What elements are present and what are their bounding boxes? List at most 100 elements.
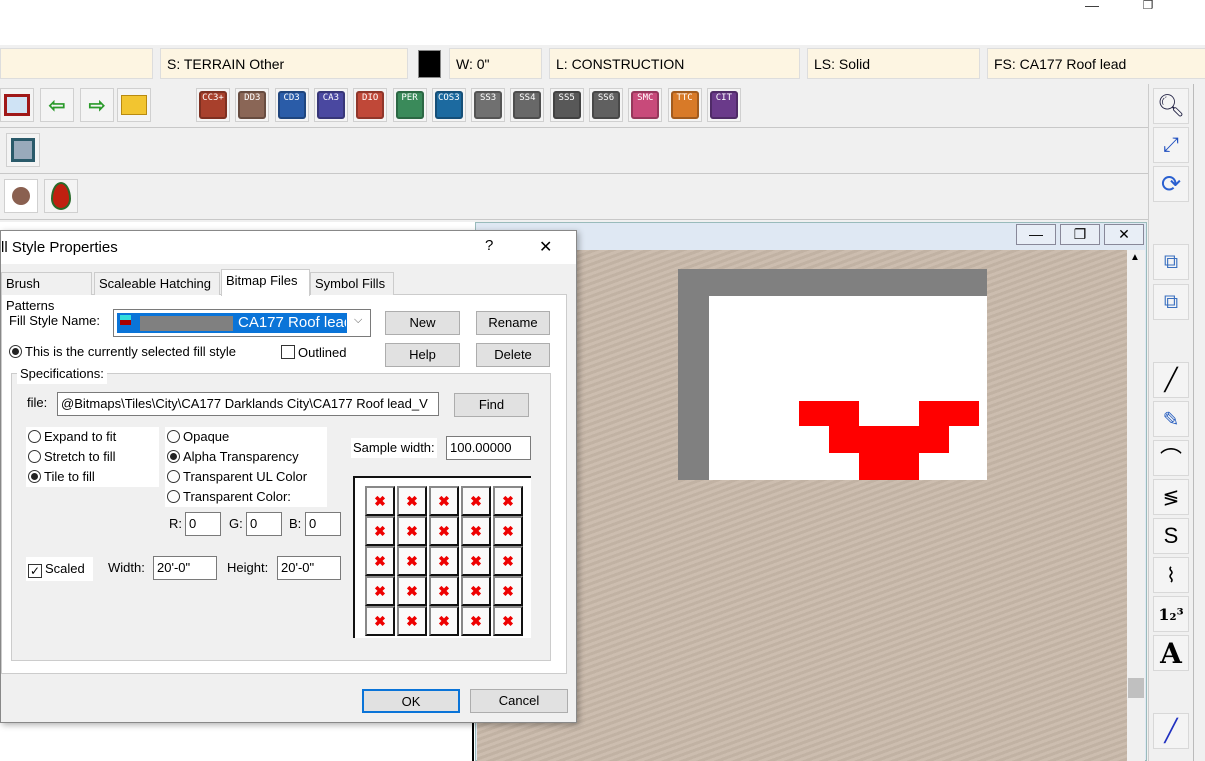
status-sheet[interactable]: S: TERRAIN Other <box>160 48 408 79</box>
line-icon[interactable]: ╱ <box>1153 362 1189 398</box>
rename-button[interactable]: Rename <box>476 311 550 335</box>
tile-ca3-button[interactable]: CA3 <box>313 88 348 122</box>
tile-ss5-button[interactable]: SS5 <box>549 88 584 122</box>
tile-preview-cell: ✖ <box>461 576 491 606</box>
cancel-button[interactable]: Cancel <box>470 689 568 713</box>
tile-label: DD3 <box>238 91 267 119</box>
tile-preview-cell: ✖ <box>365 546 395 576</box>
tile-cc3plus-button[interactable]: CC3+ <box>196 88 230 122</box>
file-input[interactable]: @Bitmaps\Tiles\City\CA177 Darklands City… <box>57 392 439 416</box>
width-label: Width: <box>108 560 145 575</box>
tile-cos3-button[interactable]: COS3 <box>431 88 466 122</box>
steps-icon[interactable]: ⌇ <box>1153 557 1189 593</box>
tile-preview-cell: ✖ <box>429 606 459 636</box>
transparent-color-radio[interactable]: Transparent Color: <box>167 487 291 507</box>
copy-icon[interactable]: ⧉ <box>1153 244 1189 280</box>
zoom-window-icon[interactable]: 🔍︎ <box>1153 88 1189 124</box>
book-icon[interactable] <box>0 88 34 122</box>
arc-icon[interactable]: ⌒ <box>1153 440 1189 476</box>
current-fill-radio[interactable]: This is the currently selected fill styl… <box>9 342 265 362</box>
tile-preview-cell: ✖ <box>493 486 523 516</box>
tile-ttc-button[interactable]: TTC <box>667 88 702 122</box>
outlined-checkbox[interactable]: Outlined <box>281 343 381 363</box>
curve-icon[interactable]: S <box>1153 518 1189 554</box>
frame-icon[interactable] <box>6 133 40 167</box>
redraw-icon[interactable]: ⟳ <box>1153 166 1189 202</box>
sample-width-input[interactable]: 100.00000 <box>446 436 531 460</box>
tile-cit-button[interactable]: CIT <box>706 88 741 122</box>
tile-ss6-button[interactable]: SS6 <box>589 88 623 122</box>
scroll-up-icon[interactable]: ▲ <box>1130 252 1140 263</box>
red-shape-middle <box>829 426 949 453</box>
toolbar-row-3 <box>0 174 1148 220</box>
tile-dd3-button[interactable]: DD3 <box>235 88 270 122</box>
numbering-icon[interactable]: 1₂³ <box>1153 596 1189 632</box>
file-label: file: <box>27 395 48 410</box>
stretch-to-fill-radio[interactable]: Stretch to fill <box>28 447 116 467</box>
expand-to-fit-radio[interactable]: Expand to fit <box>28 427 116 447</box>
move-icon[interactable]: ⧉ <box>1153 284 1189 320</box>
tile-dio-button[interactable]: DIO <box>353 88 388 122</box>
scaled-checkbox[interactable]: ✓ Scaled <box>26 557 93 581</box>
tile-label: DIO <box>356 91 385 119</box>
tile-preview-cell: ✖ <box>429 546 459 576</box>
b-input[interactable]: 0 <box>305 512 341 536</box>
folder-search-icon[interactable] <box>117 88 151 122</box>
fill-style-name-label: Fill Style Name: <box>9 311 101 331</box>
text-icon[interactable]: A <box>1153 635 1189 671</box>
tile-ss3-button[interactable]: SS3 <box>471 88 506 122</box>
polyline-icon[interactable]: ≶ <box>1153 479 1189 515</box>
outlined-label: Outlined <box>298 345 347 360</box>
scrollbar-thumb[interactable] <box>1128 678 1144 698</box>
delete-button[interactable]: Delete <box>476 343 550 367</box>
freehand-icon[interactable]: ✎ <box>1153 401 1189 437</box>
tab-scaleable-hatching[interactable]: Scaleable Hatching <box>94 272 220 295</box>
g-input[interactable]: 0 <box>246 512 282 536</box>
height-input[interactable]: 20'-0" <box>277 556 341 580</box>
book-back-icon[interactable]: ⇦ <box>40 88 74 122</box>
tile-smc-button[interactable]: SMC <box>628 88 663 122</box>
canvas-close-button[interactable]: ✕ <box>1104 224 1144 245</box>
find-button[interactable]: Find <box>454 393 529 417</box>
color-swatch[interactable] <box>418 50 441 78</box>
status-fill-style[interactable]: FS: CA177 Roof lead <box>987 48 1205 79</box>
shovel-icon[interactable] <box>4 179 38 213</box>
new-button[interactable]: New <box>385 311 460 335</box>
tile-label: TTC <box>670 91 699 119</box>
tile-per-button[interactable]: PER <box>392 88 427 122</box>
book-forward-icon[interactable]: ⇨ <box>80 88 114 122</box>
ok-button[interactable]: OK <box>362 689 460 713</box>
status-layer[interactable]: L: CONSTRUCTION <box>549 48 800 79</box>
status-line-style[interactable]: LS: Solid <box>807 48 980 79</box>
canvas-minimize-button[interactable]: — <box>1016 224 1056 245</box>
canvas-restore-button[interactable]: ❐ <box>1060 224 1100 245</box>
fill-style-name-select[interactable]: CA177 Roof lead ⌵ <box>113 309 371 337</box>
alpha-transparency-radio[interactable]: Alpha Transparency <box>167 447 299 467</box>
minimize-button[interactable]: — <box>1072 0 1112 12</box>
chevron-down-icon[interactable]: ⌵ <box>354 314 362 327</box>
help-button[interactable]: Help <box>385 343 460 367</box>
help-icon[interactable]: ? <box>485 237 493 254</box>
fire-icon[interactable] <box>44 179 78 213</box>
tile-preview-cell: ✖ <box>365 486 395 516</box>
tab-symbol-fills[interactable]: Symbol Fills <box>310 272 394 295</box>
tile-cd3-button[interactable]: CD3 <box>274 88 309 122</box>
tile-to-fill-radio[interactable]: Tile to fill <box>28 467 95 487</box>
tab-bitmap-files[interactable]: Bitmap Files <box>221 269 310 296</box>
close-icon[interactable]: ✕ <box>539 237 552 257</box>
tab-brush-patterns[interactable]: Brush Patterns <box>1 272 92 313</box>
tile-preview-cell: ✖ <box>461 546 491 576</box>
r-input[interactable]: 0 <box>185 512 221 536</box>
dialog-title: ll Style Properties <box>1 239 118 256</box>
status-field-empty <box>0 48 153 79</box>
red-shape-right <box>919 401 979 426</box>
zoom-extents-icon[interactable]: ⤢ <box>1153 127 1189 163</box>
status-width[interactable]: W: 0" <box>449 48 542 79</box>
tile-ss4-button[interactable]: SS4 <box>510 88 545 122</box>
connector-line-icon[interactable]: ╱ <box>1153 713 1189 749</box>
opaque-radio[interactable]: Opaque <box>167 427 229 447</box>
width-input[interactable]: 20'-0" <box>153 556 217 580</box>
transparent-ul-color-radio[interactable]: Transparent UL Color <box>167 467 307 487</box>
restore-button[interactable]: ❐ <box>1128 0 1168 12</box>
tile-preview-cell: ✖ <box>397 516 427 546</box>
